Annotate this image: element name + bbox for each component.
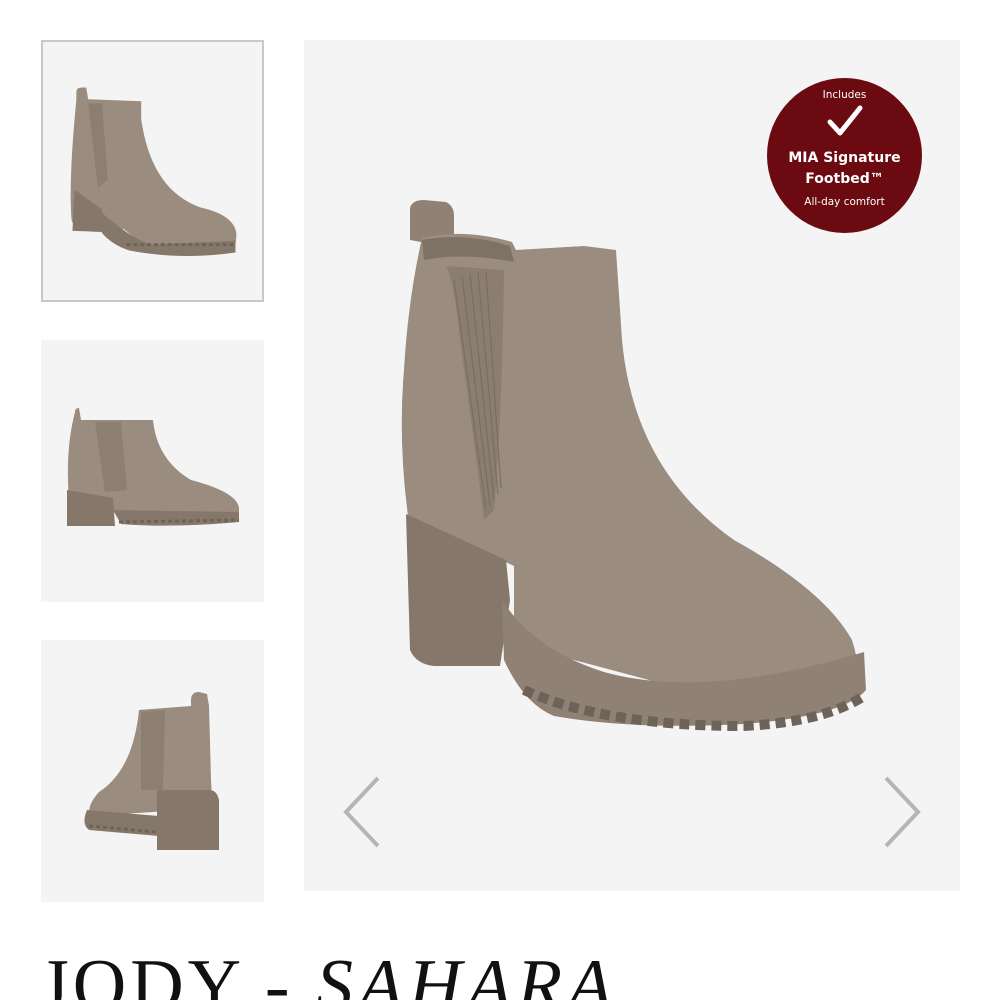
product-page: Includes MIA Signature Footbed™ All-day …: [0, 0, 1000, 1000]
next-image-button[interactable]: [876, 772, 926, 852]
chevron-left-icon: [343, 776, 380, 848]
badge-title-line-2: Footbed™: [805, 171, 884, 187]
thumbnail-3[interactable]: [41, 640, 264, 902]
badge-title-line-1: MIA Signature: [788, 150, 901, 166]
badge-includes-text: Includes: [822, 89, 867, 101]
badge-title: MIA Signature Footbed™: [777, 148, 912, 190]
checkmark-icon: [827, 105, 863, 136]
boot-thumbnail-front-image: [70, 87, 237, 257]
product-variant: SAHARA: [316, 945, 618, 1000]
badge-subtitle: All-day comfort: [804, 196, 885, 208]
boot-thumbnail-side-image: [67, 408, 240, 526]
title-separator: -: [242, 945, 317, 1000]
main-product-image: Includes MIA Signature Footbed™ All-day …: [304, 40, 960, 891]
footbed-badge: Includes MIA Signature Footbed™ All-day …: [767, 78, 922, 233]
thumbnail-2[interactable]: [41, 340, 264, 602]
previous-image-button[interactable]: [340, 772, 390, 852]
product-title: JODY - SAHARA: [40, 946, 617, 1000]
product-name: JODY: [40, 945, 243, 1000]
chevron-right-icon: [884, 776, 921, 848]
boot-thumbnail-back-image: [84, 692, 219, 850]
thumbnail-1[interactable]: [41, 40, 264, 302]
